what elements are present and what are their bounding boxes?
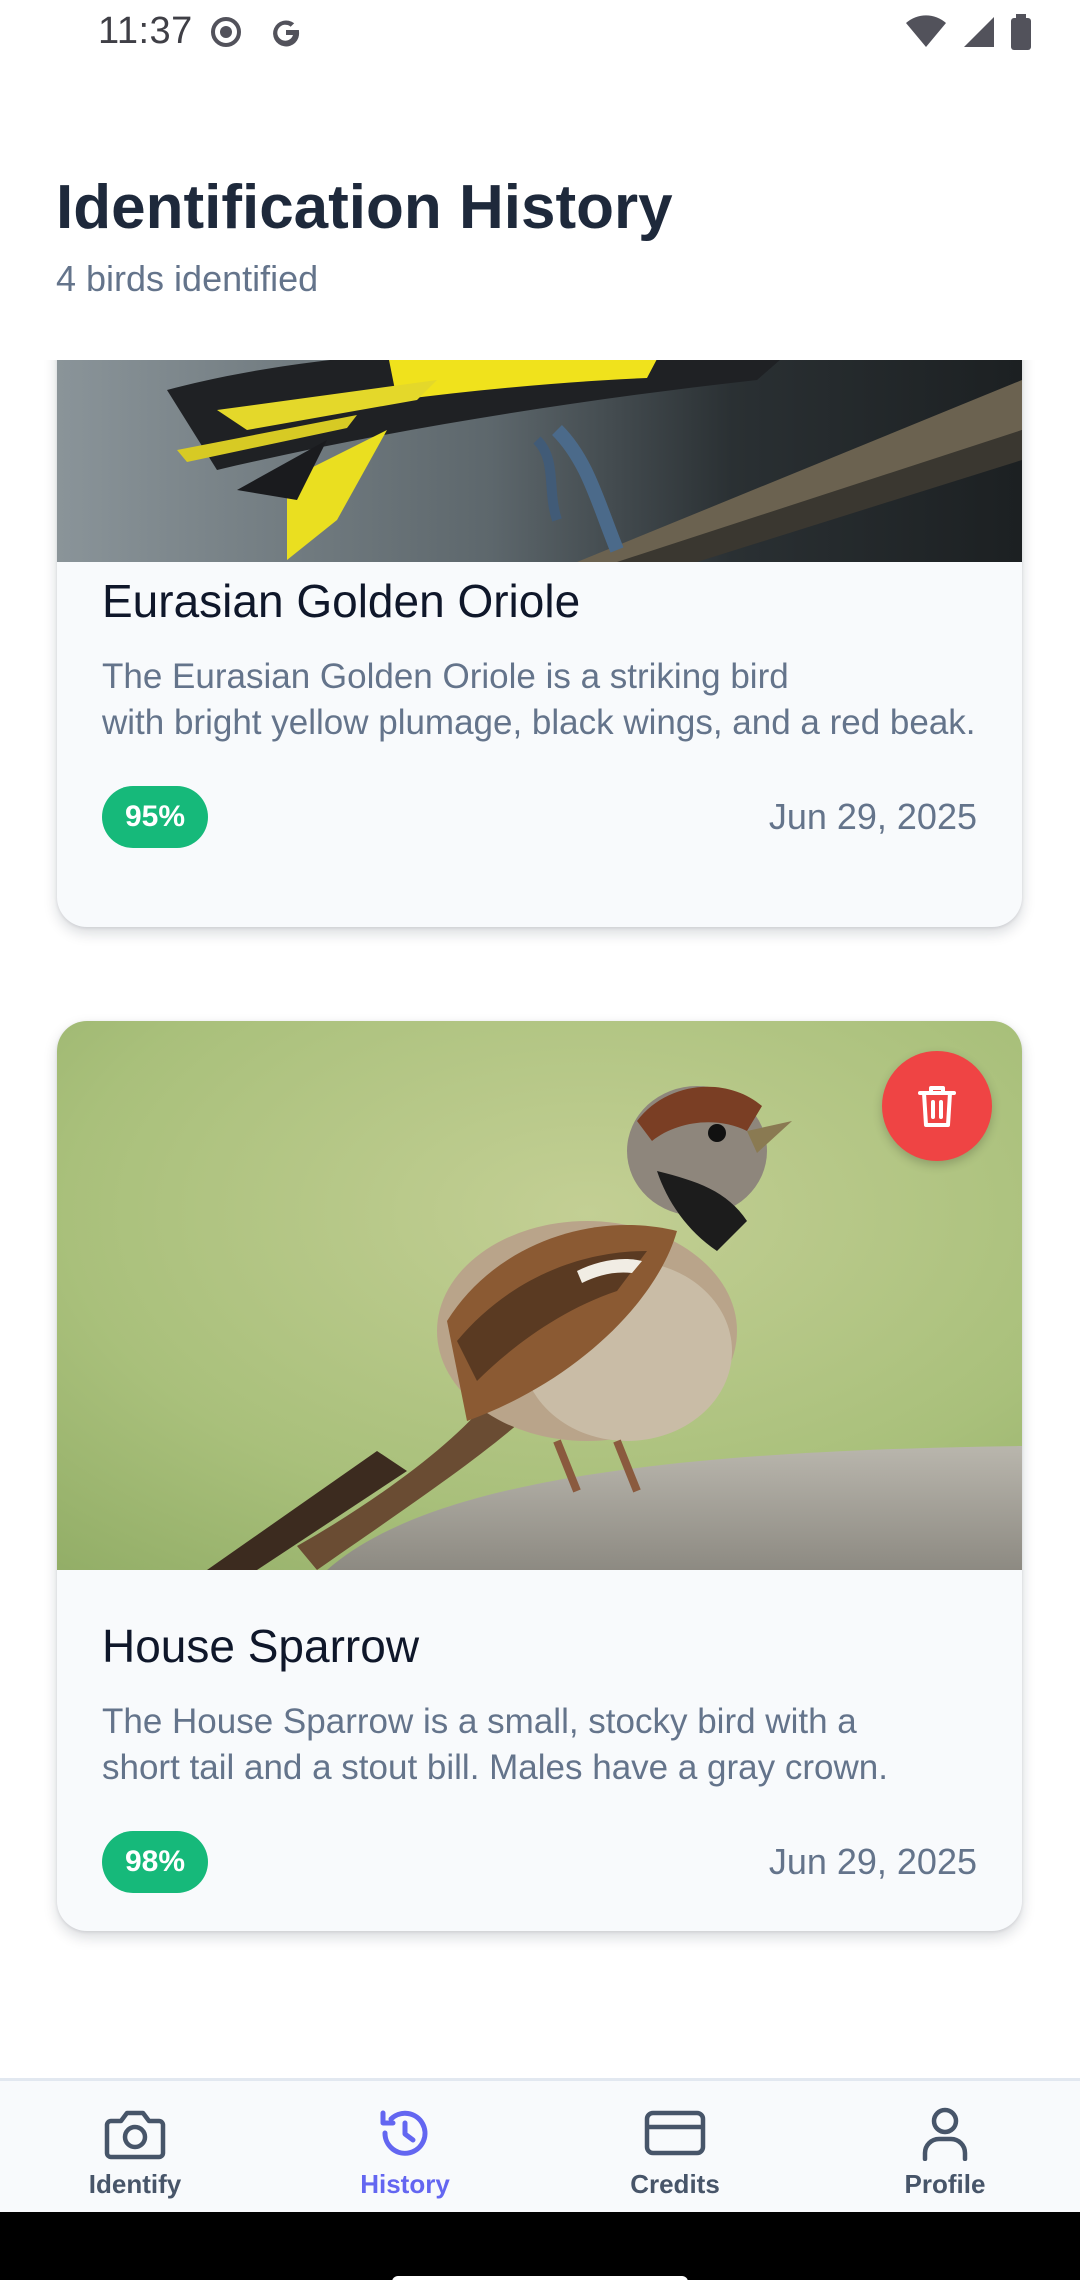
battery-icon [1011,14,1031,50]
bird-description: The Eurasian Golden Oriole is a striking… [102,654,977,746]
nav-label: Profile [904,2169,986,2199]
identification-date: Jun 29, 2025 [768,1841,977,1882]
nav-item-credits[interactable]: Credits [540,2081,810,2215]
status-bar: 11:37 [0,0,1080,66]
user-icon [922,2107,968,2161]
nav-item-identify[interactable]: Identify [0,2081,270,2215]
history-icon [380,2110,428,2156]
description-line: The House Sparrow is a small, stocky bir… [102,1702,857,1741]
identification-date: Jun 29, 2025 [768,796,977,837]
history-list[interactable]: Eurasian Golden Oriole The Eurasian Gold… [0,360,1080,2080]
nav-item-profile[interactable]: Profile [810,2081,1080,2215]
bird-photo [57,1021,1022,1570]
system-gesture-bar [0,2212,1080,2280]
nav-item-history[interactable]: History [270,2081,540,2215]
status-right-icons [904,14,1032,50]
delete-button[interactable] [882,1051,992,1161]
signal-icon [964,17,994,47]
screen-record-icon [211,17,241,47]
bird-name: Eurasian Golden Oriole [102,575,581,627]
camera-icon [104,2110,166,2160]
history-card[interactable]: House Sparrow The House Sparrow is a sma… [57,1021,1022,1931]
description-line: short tail and a stout bill. Males have … [102,1748,888,1787]
bird-photo [57,360,1022,562]
bird-name: House Sparrow [102,1620,420,1672]
nav-label: Credits [630,2169,720,2199]
bottom-nav: Identify History Credits Profile [0,2078,1080,2215]
meta-row: 95% Jun 29, 2025 [102,786,977,848]
credit-card-icon [644,2110,706,2156]
history-card[interactable]: Eurasian Golden Oriole The Eurasian Gold… [57,360,1022,927]
card-body: House Sparrow The House Sparrow is a sma… [102,1619,977,1893]
page-subtitle: 4 birds identified [56,258,319,299]
status-left-icons [208,14,304,50]
description-line: with bright yellow plumage, black wings,… [102,703,976,742]
google-icon [273,20,300,47]
page-title: Identification History [56,173,673,242]
home-gesture-handle[interactable] [392,2276,688,2288]
confidence-badge: 95% [102,786,208,848]
trash-icon [918,1086,956,1127]
bird-description: The House Sparrow is a small, stocky bir… [102,1699,977,1791]
description-line: The Eurasian Golden Oriole is a striking… [102,657,789,696]
nav-label: History [360,2169,450,2199]
wifi-icon [906,15,946,47]
card-body: Eurasian Golden Oriole The Eurasian Gold… [102,574,977,848]
nav-label: Identify [88,2169,182,2199]
meta-row: 98% Jun 29, 2025 [102,1831,977,1893]
confidence-badge: 98% [102,1831,208,1893]
status-time: 11:37 [98,10,193,52]
